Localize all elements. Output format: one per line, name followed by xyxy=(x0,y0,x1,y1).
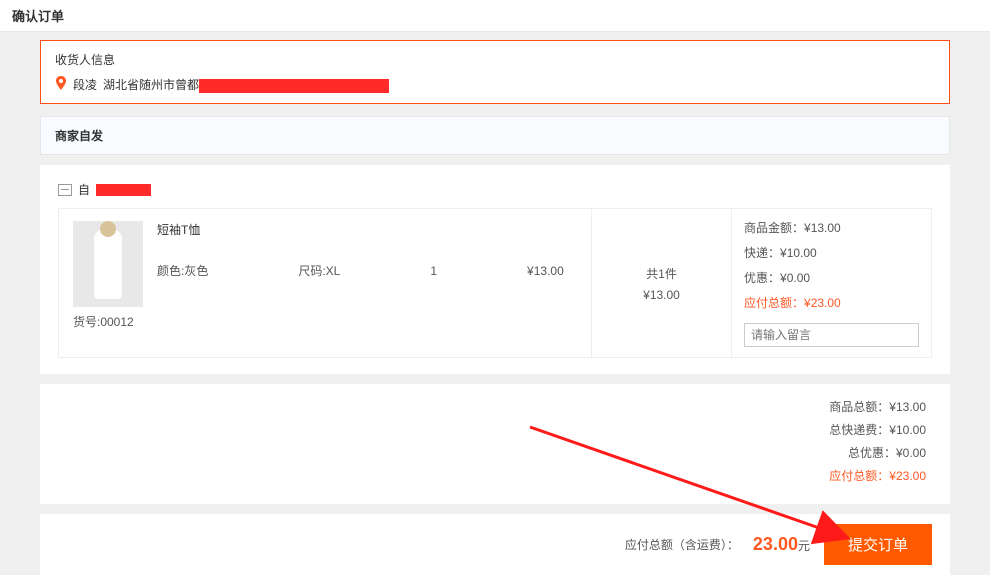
product-thumbnail[interactable] xyxy=(73,221,143,307)
recipient-name: 段凌 xyxy=(73,76,97,93)
summary-goods: 商品总额：¥13.00 xyxy=(64,398,926,415)
price-breakdown: 商品金额：¥13.00 快递：¥10.00 优惠：¥0.00 应付总额：¥23.… xyxy=(731,209,931,357)
recipient-address: 湖北省随州市曾都 xyxy=(103,76,389,93)
recipient-row[interactable]: 段凌 湖北省随州市曾都 xyxy=(55,76,935,93)
redacted-address xyxy=(199,79,389,93)
product-left: 货号:00012 短袖T恤 颜色:灰色 尺码:XL 1 ¥13.00 xyxy=(59,209,591,357)
summary-total: 应付总额：¥23.00 xyxy=(64,467,926,484)
shipping-section-title: 商家自发 xyxy=(40,116,950,155)
product-qty: 1 xyxy=(430,264,437,278)
submit-label: 应付总额（含运费）： xyxy=(625,536,739,553)
express-line: 快递：¥10.00 xyxy=(744,244,919,261)
summary-discount: 总优惠：¥0.00 xyxy=(64,444,926,461)
summary-express: 总快递费：¥10.00 xyxy=(64,421,926,438)
message-input[interactable] xyxy=(744,323,919,347)
product-title[interactable]: 短袖T恤 xyxy=(157,221,577,238)
submit-order-button[interactable]: 提交订单 xyxy=(824,524,932,565)
product-subtotal-box: 共1件 ¥13.00 xyxy=(591,209,731,357)
merchant-row[interactable]: 自 xyxy=(58,181,932,198)
product-count: 共1件 xyxy=(646,265,677,282)
location-icon xyxy=(55,76,67,93)
submit-bar: 应付总额（含运费）： 23.00元 提交订单 xyxy=(40,514,950,575)
order-card: 自 货号:00012 短袖T恤 颜色:灰色 尺码:XL 1 ¥13.00 xyxy=(40,165,950,374)
redacted-merchant xyxy=(96,184,151,196)
recipient-section-title: 收货人信息 xyxy=(55,51,935,68)
store-icon xyxy=(58,184,72,196)
merchant-name-prefix: 自 xyxy=(78,181,90,198)
order-summary: 商品总额：¥13.00 总快递费：¥10.00 总优惠：¥0.00 应付总额：¥… xyxy=(40,384,950,504)
product-size: 尺码:XL xyxy=(298,262,340,279)
discount-line: 优惠：¥0.00 xyxy=(744,269,919,286)
recipient-info-card: 收货人信息 段凌 湖北省随州市曾都 xyxy=(40,40,950,104)
product-zone: 货号:00012 短袖T恤 颜色:灰色 尺码:XL 1 ¥13.00 共1件 ¥… xyxy=(58,208,932,358)
page-title: 确认订单 xyxy=(0,0,990,32)
payable-total-line: 应付总额：¥23.00 xyxy=(744,294,919,311)
product-sku: 货号:00012 xyxy=(73,313,143,330)
product-price: ¥13.00 xyxy=(527,264,564,278)
product-color: 颜色:灰色 xyxy=(157,262,208,279)
submit-amount: 23.00 xyxy=(753,534,798,554)
product-subtotal: ¥13.00 xyxy=(643,288,680,302)
submit-unit: 元 xyxy=(798,539,810,553)
goods-amount-line: 商品金额：¥13.00 xyxy=(744,219,919,236)
